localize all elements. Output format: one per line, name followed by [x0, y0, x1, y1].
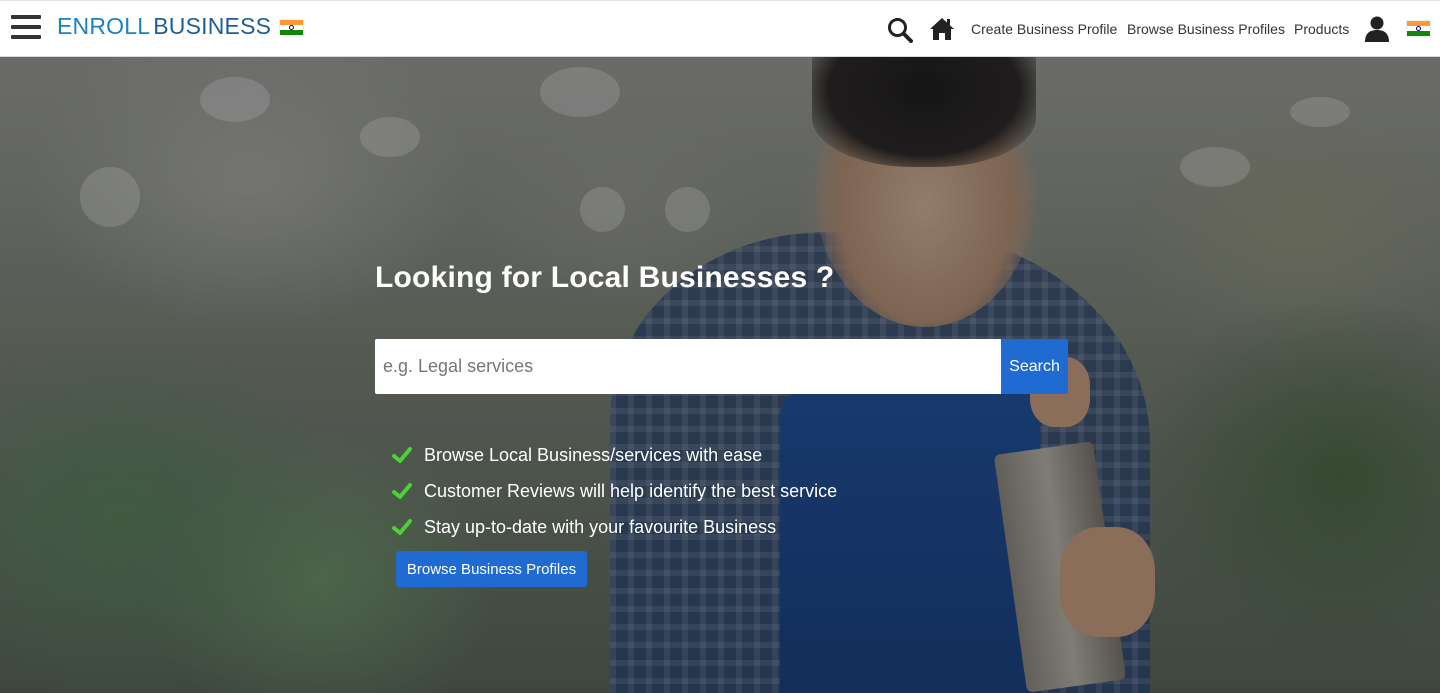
brand-logo-link[interactable]: ENROLL BUSINESS — [57, 13, 271, 40]
nav-products[interactable]: Products — [1294, 21, 1349, 37]
hero-search-bar: Search — [375, 339, 1068, 394]
nav-browse-business-profiles[interactable]: Browse Business Profiles — [1127, 21, 1285, 37]
check-icon — [392, 483, 412, 499]
browse-business-profiles-button[interactable]: Browse Business Profiles — [396, 551, 587, 587]
feature-list: Browse Local Business/services with ease… — [392, 437, 837, 545]
user-icon[interactable] — [1365, 16, 1389, 47]
feature-item: Stay up-to-date with your favourite Busi… — [392, 509, 837, 545]
brand-name-part1: ENROLL — [57, 13, 151, 39]
home-icon[interactable] — [929, 17, 955, 46]
india-flag-icon — [279, 19, 304, 36]
search-icon[interactable] — [887, 17, 913, 48]
feature-text: Browse Local Business/services with ease — [424, 444, 763, 465]
top-navbar: ENROLL BUSINESS Create Business Profile B… — [0, 0, 1440, 57]
nav-create-business-profile[interactable]: Create Business Profile — [971, 21, 1117, 37]
feature-item: Browse Local Business/services with ease — [392, 437, 837, 473]
hamburger-icon[interactable] — [11, 15, 41, 41]
feature-text: Stay up-to-date with your favourite Busi… — [424, 516, 777, 537]
feature-text: Customer Reviews will help identify the … — [424, 480, 838, 501]
india-flag-icon[interactable] — [1406, 20, 1431, 37]
search-button[interactable]: Search — [1001, 339, 1068, 394]
check-icon — [392, 447, 412, 463]
feature-item: Customer Reviews will help identify the … — [392, 473, 837, 509]
hero-title: Looking for Local Businesses ? — [375, 261, 835, 294]
check-icon — [392, 519, 412, 535]
business-search-input[interactable] — [375, 339, 1001, 394]
brand-name-part2: BUSINESS — [153, 13, 272, 39]
